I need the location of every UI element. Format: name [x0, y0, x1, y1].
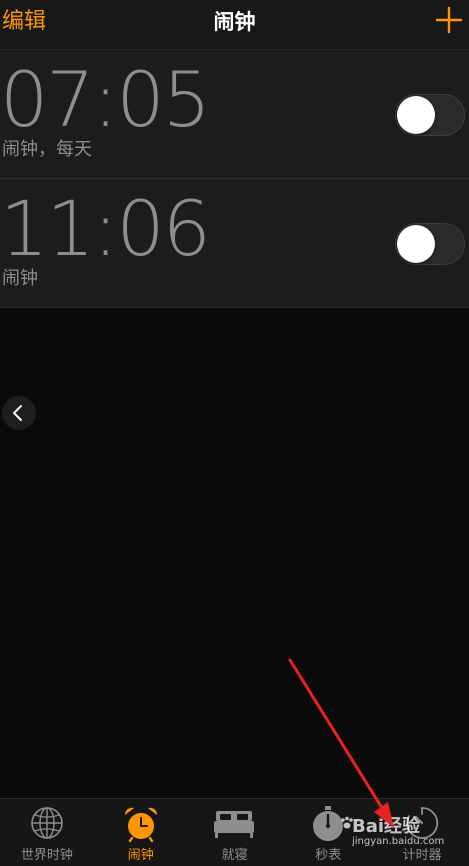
- add-alarm-button[interactable]: [435, 6, 463, 34]
- alarm-clock-icon: [124, 807, 157, 843]
- tab-world-clock[interactable]: 世界时钟: [0, 799, 94, 866]
- alarm-row[interactable]: 07:05 闹钟，每天: [0, 50, 469, 179]
- globe-icon: [31, 807, 63, 839]
- alarm-toggle[interactable]: [395, 223, 465, 265]
- tab-label: 闹钟: [127, 848, 154, 863]
- page-title: 闹钟: [213, 10, 256, 34]
- alarm-list: 07:05 闹钟，每天 11:06 闹钟: [0, 50, 469, 308]
- toggle-knob: [397, 225, 435, 263]
- bed-icon: [214, 811, 255, 838]
- chevron-left-icon: [13, 405, 22, 421]
- timer-icon: [406, 807, 439, 839]
- tab-stopwatch[interactable]: 秒表: [281, 799, 375, 866]
- alarm-label: 闹钟: [2, 268, 38, 289]
- navigation-bar: 编辑 闹钟: [0, 0, 469, 50]
- tab-label: 计时器: [402, 848, 442, 863]
- alarm-row[interactable]: 11:06 闹钟: [0, 179, 469, 308]
- tab-alarm[interactable]: 闹钟: [94, 799, 188, 866]
- alarm-time: 07:05: [0, 55, 211, 144]
- tab-bedtime[interactable]: 就寝: [188, 799, 282, 866]
- alarm-time: 11:06: [0, 184, 211, 273]
- toggle-knob: [397, 96, 435, 134]
- tab-bar: 世界时钟 闹钟 就寝 秒表 计时器: [0, 798, 469, 866]
- tab-timer[interactable]: 计时器: [375, 799, 469, 866]
- alarm-toggle[interactable]: [395, 94, 465, 136]
- alarm-label: 闹钟，每天: [2, 139, 92, 160]
- plus-icon: [435, 6, 463, 34]
- tab-label: 就寝: [221, 848, 248, 863]
- stopwatch-icon: [313, 806, 344, 841]
- tab-label: 秒表: [315, 848, 342, 863]
- tab-label: 世界时钟: [20, 848, 73, 863]
- back-button[interactable]: [2, 396, 36, 430]
